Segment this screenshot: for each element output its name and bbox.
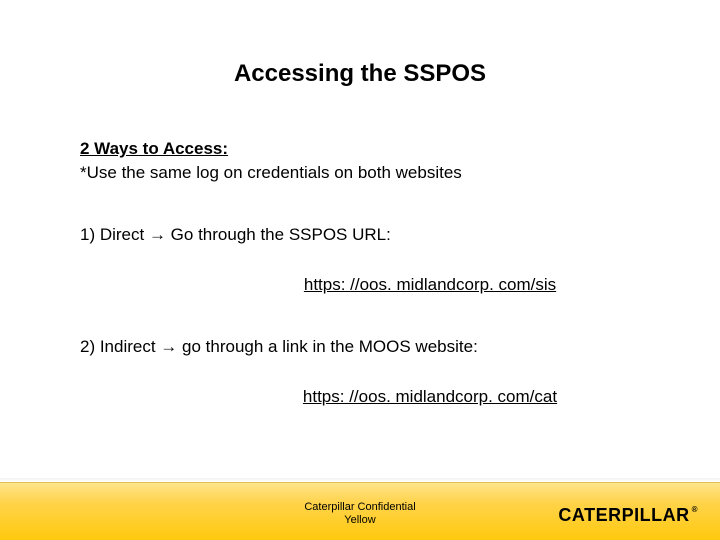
method-1: 1) Direct → Go through the SSPOS URL: (80, 224, 640, 246)
credentials-note: *Use the same log on credentials on both… (80, 162, 640, 184)
logo-text: CATERPILLAR® (558, 506, 698, 524)
footer-band: Caterpillar Confidential Yellow CATERPIL… (0, 482, 720, 540)
confidential-line-2: Yellow (344, 514, 375, 526)
method-2: 2) Indirect → go through a link in the M… (80, 336, 640, 358)
confidential-line-1: Caterpillar Confidential (304, 501, 415, 513)
slide-title: Accessing the SSPOS (0, 60, 720, 88)
registered-icon: ® (692, 505, 698, 514)
link-1[interactable]: https: //oos. midlandcorp. com/sis (80, 274, 640, 296)
link-2[interactable]: https: //oos. midlandcorp. com/cat (80, 386, 640, 408)
ways-heading: 2 Ways to Access: (80, 138, 640, 160)
logo-word: CATERPILLAR (558, 505, 689, 525)
content-area: 2 Ways to Access: *Use the same log on c… (80, 138, 640, 409)
slide: Accessing the SSPOS 2 Ways to Access: *U… (0, 0, 720, 540)
caterpillar-logo: CATERPILLAR® (558, 498, 698, 524)
